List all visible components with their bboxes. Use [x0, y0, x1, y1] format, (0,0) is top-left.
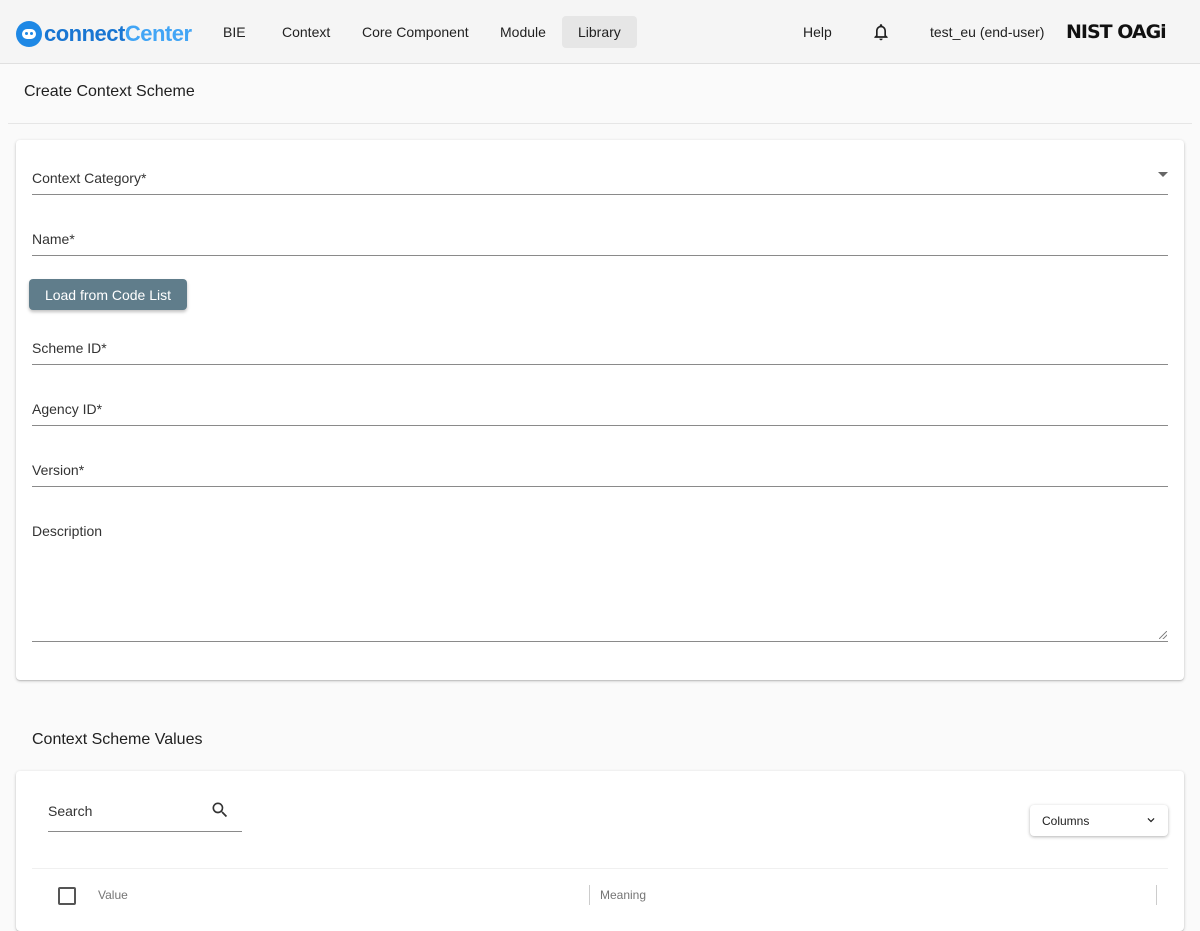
logo-mark-icon: [16, 21, 42, 47]
agency-id-label: Agency ID*: [32, 401, 103, 417]
name-field[interactable]: Name*: [32, 222, 1168, 256]
app-logo[interactable]: connectCenter: [16, 20, 192, 48]
nav-item-context[interactable]: Context: [266, 16, 346, 48]
search-input[interactable]: Search: [48, 794, 242, 832]
description-label: Description: [32, 523, 103, 539]
user-menu[interactable]: test_eu (end-user): [930, 16, 1044, 48]
column-header-value[interactable]: Value: [98, 888, 128, 902]
page-title: Create Context Scheme: [24, 83, 195, 100]
top-navigation-bar: connectCenter BIE Context Core Component…: [0, 0, 1200, 64]
section-title: Context Scheme Values: [32, 731, 203, 748]
context-scheme-values-card: Search Columns Value Meaning: [16, 771, 1184, 931]
context-scheme-form: Context Category* Name* Load from Code L…: [16, 140, 1184, 680]
search-icon[interactable]: [210, 800, 230, 820]
column-divider: [589, 885, 590, 905]
nav-item-module[interactable]: Module: [484, 16, 562, 48]
logo-text: connectCenter: [44, 21, 192, 46]
description-textarea[interactable]: Description: [32, 514, 1168, 642]
partner-logo: NIST OAGi: [1066, 21, 1167, 43]
nav-item-help[interactable]: Help: [787, 16, 848, 48]
table-header-row: Value Meaning: [32, 868, 1168, 917]
select-all-checkbox[interactable]: [58, 887, 76, 905]
load-from-code-list-button[interactable]: Load from Code List: [29, 279, 187, 310]
context-category-select[interactable]: Context Category*: [32, 160, 1168, 195]
search-label: Search: [48, 803, 93, 819]
scheme-id-field[interactable]: Scheme ID*: [32, 330, 1168, 365]
columns-label: Columns: [1042, 814, 1090, 828]
divider: [8, 123, 1192, 124]
chevron-down-icon: [1144, 813, 1158, 827]
agency-id-field[interactable]: Agency ID*: [32, 392, 1168, 426]
bell-icon[interactable]: [871, 22, 891, 42]
column-divider: [1156, 885, 1157, 905]
nav-item-library[interactable]: Library: [562, 16, 637, 48]
nav-item-bie[interactable]: BIE: [207, 16, 262, 48]
version-label: Version*: [32, 462, 85, 478]
nav-item-core-component[interactable]: Core Component: [346, 16, 485, 48]
version-field[interactable]: Version*: [32, 453, 1168, 487]
resize-grip-icon[interactable]: [1159, 631, 1167, 639]
scheme-id-label: Scheme ID*: [32, 340, 107, 356]
dropdown-arrow-icon: [1158, 172, 1168, 177]
columns-select[interactable]: Columns: [1030, 805, 1168, 836]
name-label: Name*: [32, 231, 75, 247]
column-header-meaning[interactable]: Meaning: [600, 888, 646, 902]
context-category-label: Context Category*: [32, 170, 147, 186]
